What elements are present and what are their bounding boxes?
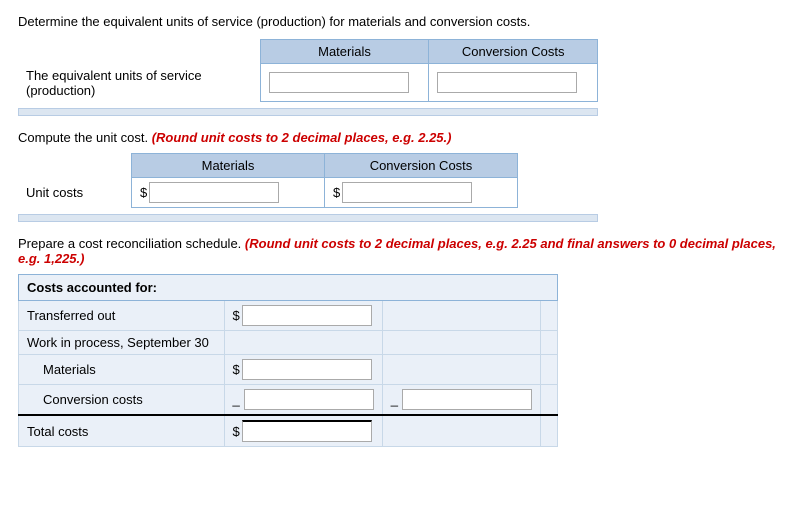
divider-2 <box>18 214 598 222</box>
col-header-conversion-2: Conversion Costs <box>325 154 518 178</box>
conversion-costs-label: Conversion costs <box>19 385 225 416</box>
col-header-conversion-1: Conversion Costs <box>429 40 598 64</box>
dollar-sign-conversion: $ <box>333 185 340 200</box>
total-costs-label: Total costs <box>19 415 225 447</box>
conversion-costs-input2[interactable] <box>402 389 532 410</box>
dollar-materials-recon: $ <box>233 362 240 377</box>
unit-cost-conversion-input[interactable] <box>342 182 472 203</box>
conversion-costs-input1[interactable] <box>244 389 374 410</box>
materials-label: Materials <box>19 355 225 385</box>
total-costs-row: Total costs $ <box>19 415 558 447</box>
materials-recon-input[interactable] <box>242 359 372 380</box>
dollar-total-costs: $ <box>233 424 240 439</box>
section2-label: Compute the unit cost. (Round unit costs… <box>18 130 792 145</box>
equiv-units-label: The equivalent units of service (product… <box>18 64 260 102</box>
unit-cost-materials-input[interactable] <box>149 182 279 203</box>
conversion-costs-row: Conversion costs _ _ <box>19 385 558 416</box>
equiv-units-conversion-input[interactable] <box>437 72 577 93</box>
section3-label: Prepare a cost reconciliation schedule. … <box>18 236 792 266</box>
equivalent-units-table: Materials Conversion Costs The equivalen… <box>18 39 598 102</box>
transferred-out-input[interactable] <box>242 305 372 326</box>
cost-reconciliation-table: Costs accounted for: Transferred out $ W… <box>18 274 558 447</box>
unit-cost-intro-text: Compute the unit cost. <box>18 130 152 145</box>
dollar-transferred-out: $ <box>233 308 240 323</box>
recon-intro-text: Prepare a cost reconciliation schedule. <box>18 236 245 251</box>
total-costs-input[interactable] <box>242 420 372 442</box>
equiv-units-materials-input[interactable] <box>269 72 409 93</box>
col-header-materials-1: Materials <box>260 40 429 64</box>
wip-september-label: Work in process, September 30 <box>19 331 225 355</box>
divider-1 <box>18 108 598 116</box>
materials-row: Materials $ <box>19 355 558 385</box>
transferred-out-row: Transferred out $ <box>19 301 558 331</box>
unit-costs-label: Unit costs <box>18 178 132 208</box>
intro-text-1: Determine the equivalent units of servic… <box>18 14 792 29</box>
unit-cost-italic-text: (Round unit costs to 2 decimal places, e… <box>152 130 452 145</box>
transferred-out-label: Transferred out <box>19 301 225 331</box>
dollar-sign-materials: $ <box>140 185 147 200</box>
wip-september-row: Work in process, September 30 <box>19 331 558 355</box>
unit-cost-table: Materials Conversion Costs Unit costs $ … <box>18 153 518 208</box>
dash-conversion-left: _ <box>233 392 240 407</box>
dash-conversion-right: _ <box>391 392 398 407</box>
col-header-materials-2: Materials <box>132 154 325 178</box>
recon-header: Costs accounted for: <box>19 275 558 301</box>
